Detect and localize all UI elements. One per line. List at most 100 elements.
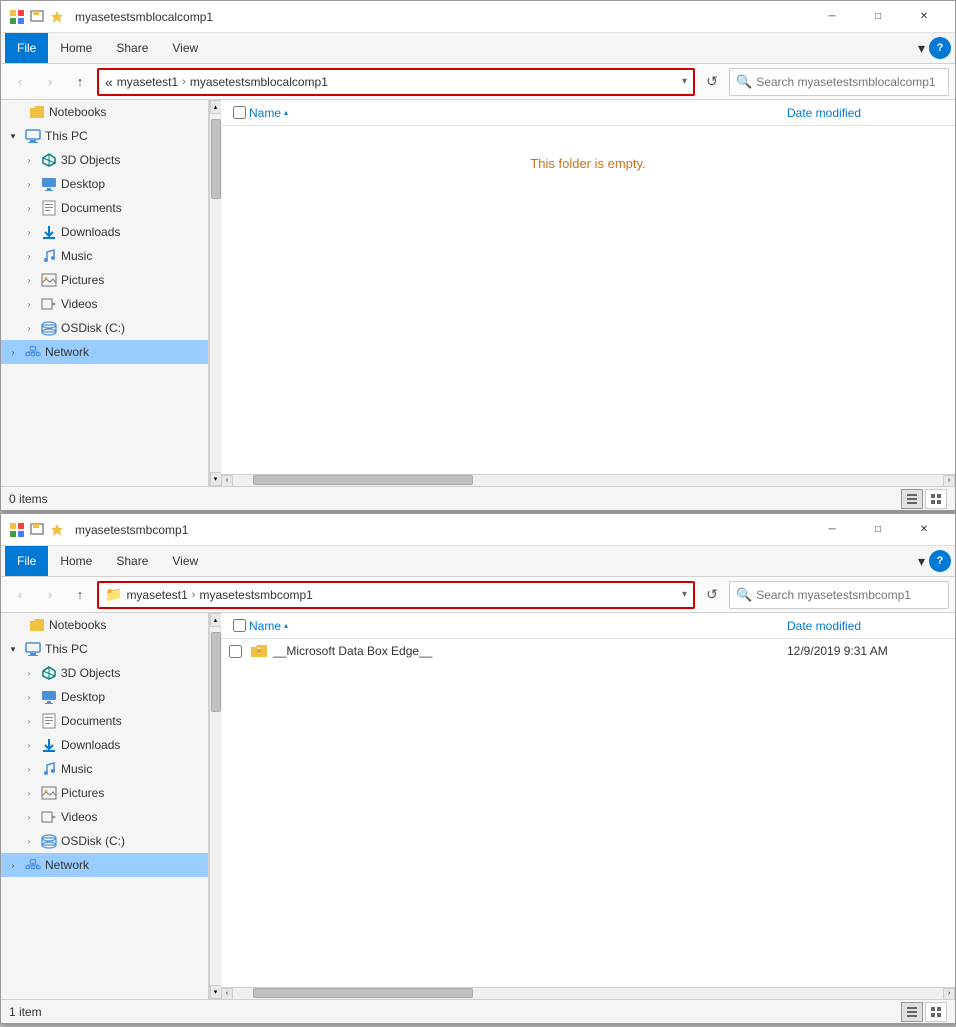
- close-btn-2[interactable]: ✕: [901, 514, 947, 546]
- search-input-1[interactable]: [756, 75, 942, 89]
- hscroll-left-2[interactable]: ‹: [221, 988, 233, 1000]
- sort-icon-1: ▴: [284, 108, 288, 117]
- sort-icon-2: ▴: [284, 621, 288, 630]
- sidebar-item-desktop-2[interactable]: › Desktop: [1, 685, 208, 709]
- sidebar-item-videos-1[interactable]: › Videos: [1, 292, 208, 316]
- hscroll-right-1[interactable]: ›: [943, 475, 955, 487]
- large-view-btn-1[interactable]: [925, 489, 947, 509]
- search-box-2[interactable]: 🔍: [729, 581, 949, 609]
- tab-view-2[interactable]: View: [160, 546, 210, 576]
- sidebar-item-notebooks-2[interactable]: Notebooks: [1, 613, 208, 637]
- col-date-1[interactable]: Date modified: [787, 106, 947, 120]
- sidebar-item-music-1[interactable]: › Music: [1, 244, 208, 268]
- help-btn-1[interactable]: ?: [929, 37, 951, 59]
- tab-view-1[interactable]: View: [160, 33, 210, 63]
- hscroll-left-1[interactable]: ‹: [221, 475, 233, 487]
- sidebar-item-osdisk-1[interactable]: › OSDisk (C:): [1, 316, 208, 340]
- close-btn-1[interactable]: ✕: [901, 1, 947, 33]
- sidebar-item-notebooks-1[interactable]: Notebooks: [1, 100, 208, 124]
- sidebar-item-thispc-2[interactable]: ▾ This PC: [1, 637, 208, 661]
- vscroll-up-1[interactable]: ▴: [210, 100, 222, 114]
- sidebar-item-pictures-1[interactable]: › Pictures: [1, 268, 208, 292]
- sidebar-item-desktop-1[interactable]: › Desktop: [1, 172, 208, 196]
- search-box-1[interactable]: 🔍: [729, 68, 949, 96]
- sidebar-item-3dobjects-1[interactable]: › 3D Objects: [1, 148, 208, 172]
- sidebar-item-osdisk-2[interactable]: › OSDisk (C:): [1, 829, 208, 853]
- address-box-2[interactable]: 📁 myasetest1 › myasetestsmbcomp1 ▾: [97, 581, 695, 609]
- file-checkbox-1[interactable]: [229, 645, 242, 658]
- address-icon-1: «: [105, 74, 113, 90]
- file-area-1: Name ▴ Date modified This folder is empt…: [221, 100, 955, 486]
- maximize-btn-1[interactable]: □: [855, 1, 901, 33]
- chevron-icon-1[interactable]: ▾: [918, 40, 925, 57]
- address-dropdown-1[interactable]: ▾: [682, 76, 687, 87]
- sidebar-vscroll-2[interactable]: ▴ ▾: [209, 613, 221, 999]
- expand-icon-music-2: ›: [21, 761, 37, 777]
- tab-home-2[interactable]: Home: [48, 546, 104, 576]
- tab-share-2[interactable]: Share: [104, 546, 160, 576]
- header-check-2[interactable]: [229, 619, 249, 632]
- col-name-2[interactable]: Name ▴: [249, 619, 787, 633]
- sidebar-item-documents-2[interactable]: › Documents: [1, 709, 208, 733]
- back-btn-1[interactable]: ‹: [7, 69, 33, 95]
- details-view-btn-2[interactable]: [901, 1002, 923, 1022]
- sidebar-item-documents-1[interactable]: › Documents: [1, 196, 208, 220]
- maximize-btn-2[interactable]: □: [855, 514, 901, 546]
- address-dropdown-2[interactable]: ▾: [682, 589, 687, 600]
- tab-home-1[interactable]: Home: [48, 33, 104, 63]
- downloads-icon-1: [41, 224, 57, 240]
- back-btn-2[interactable]: ‹: [7, 582, 33, 608]
- file-content-2: __Microsoft Data Box Edge__ 12/9/2019 9:…: [221, 639, 955, 987]
- sidebar-item-downloads-2[interactable]: › Downloads: [1, 733, 208, 757]
- status-text-1: 0 items: [9, 492, 48, 506]
- sidebar-item-pictures-2[interactable]: › Pictures: [1, 781, 208, 805]
- hscroll-2: ‹ ›: [221, 987, 955, 999]
- expand-icon-music-1: ›: [21, 248, 37, 264]
- vscroll-up-2[interactable]: ▴: [210, 613, 222, 627]
- sidebar-item-videos-2[interactable]: › Videos: [1, 805, 208, 829]
- sidebar-item-network-2[interactable]: › Network: [1, 853, 208, 877]
- statusbar-1: 0 items: [1, 486, 955, 510]
- sidebar-item-thispc-1[interactable]: ▾ This PC: [1, 124, 208, 148]
- sidebar-item-music-2[interactable]: › Music: [1, 757, 208, 781]
- help-btn-2[interactable]: ?: [929, 550, 951, 572]
- minimize-btn-1[interactable]: ─: [809, 1, 855, 33]
- up-btn-2[interactable]: ↑: [67, 582, 93, 608]
- sidebar-item-downloads-1[interactable]: › Downloads: [1, 220, 208, 244]
- expand-icon-disk-2: ›: [21, 833, 37, 849]
- label-thispc-1: This PC: [45, 129, 88, 143]
- expand-icon-3d-1: ›: [21, 152, 37, 168]
- forward-btn-2[interactable]: ›: [37, 582, 63, 608]
- search-input-2[interactable]: [756, 588, 942, 602]
- label-pictures-1: Pictures: [61, 273, 104, 287]
- chevron-icon-2[interactable]: ▾: [918, 553, 925, 570]
- tab-share-1[interactable]: Share: [104, 33, 160, 63]
- tab-file-2[interactable]: File: [5, 546, 48, 576]
- refresh-btn-2[interactable]: ↺: [699, 582, 725, 608]
- search-icon-2: 🔍: [736, 587, 752, 603]
- hscroll-right-2[interactable]: ›: [943, 988, 955, 1000]
- forward-btn-1[interactable]: ›: [37, 69, 63, 95]
- vscroll-down-1[interactable]: ▾: [210, 472, 222, 486]
- details-view-btn-1[interactable]: [901, 489, 923, 509]
- address-box-1[interactable]: « myasetest1 › myasetestsmblocalcomp1 ▾: [97, 68, 695, 96]
- refresh-btn-1[interactable]: ↺: [699, 69, 725, 95]
- col-name-1[interactable]: Name ▴: [249, 106, 787, 120]
- minimize-btn-2[interactable]: ─: [809, 514, 855, 546]
- vscroll-down-2[interactable]: ▾: [210, 985, 222, 999]
- up-btn-1[interactable]: ↑: [67, 69, 93, 95]
- header-check-1[interactable]: [229, 106, 249, 119]
- empty-msg-1: This folder is empty.: [530, 156, 645, 171]
- row-check-1[interactable]: [229, 645, 249, 658]
- select-all-2[interactable]: [233, 619, 246, 632]
- select-all-1[interactable]: [233, 106, 246, 119]
- sidebar-item-3dobjects-2[interactable]: › 3D Objects: [1, 661, 208, 685]
- desktop-icon-2: [41, 689, 57, 705]
- large-view-btn-2[interactable]: [925, 1002, 947, 1022]
- disk-icon-1: [41, 320, 57, 336]
- sidebar-vscroll-1[interactable]: ▴ ▾: [209, 100, 221, 486]
- sidebar-item-network-1[interactable]: › Network: [1, 340, 208, 364]
- table-row[interactable]: __Microsoft Data Box Edge__ 12/9/2019 9:…: [221, 639, 955, 663]
- tab-file-1[interactable]: File: [5, 33, 48, 63]
- col-date-2[interactable]: Date modified: [787, 619, 947, 633]
